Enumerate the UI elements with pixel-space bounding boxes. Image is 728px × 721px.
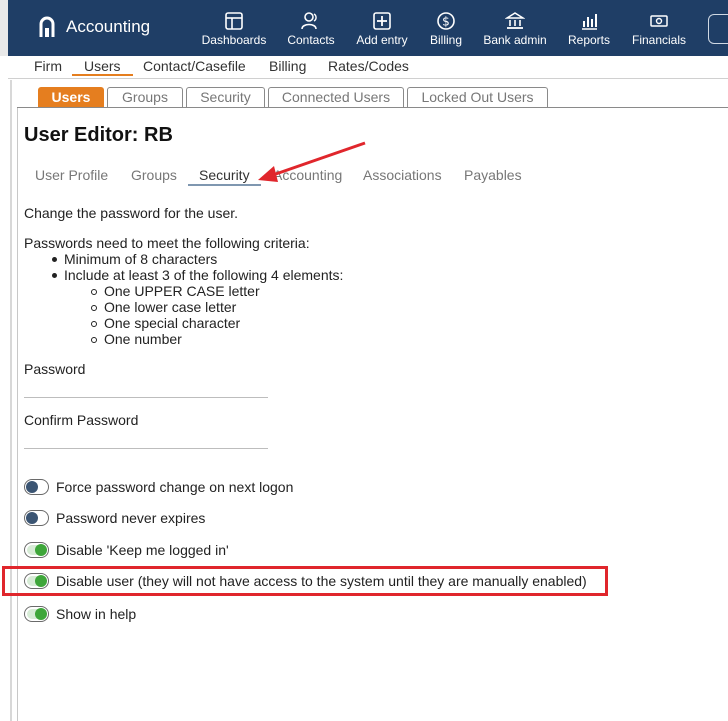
nav-financials[interactable]: Financials (628, 8, 690, 52)
tab-groups[interactable]: Groups (107, 87, 183, 107)
tab-users[interactable]: Users (38, 87, 104, 107)
toggle-knob (26, 481, 38, 493)
show-in-help-toggle[interactable] (24, 606, 49, 622)
annotation-arrow (258, 141, 366, 182)
nav-label: Bank admin (483, 33, 547, 47)
criteria-item: Include at least 3 of the following 4 el… (64, 267, 344, 283)
admin-subnav: Firm Users Contact/Casefile Billing Rate… (8, 56, 728, 79)
sub-bullet (91, 321, 97, 327)
subtab-user-profile[interactable]: User Profile (35, 167, 108, 183)
nav-bank-admin[interactable]: Bank admin (480, 8, 550, 52)
left-strip (0, 0, 8, 56)
svg-text:$: $ (442, 15, 450, 29)
nav-add-entry[interactable]: Add entry (352, 8, 412, 52)
nav-contacts[interactable]: Contacts (284, 8, 338, 52)
overflow-button[interactable] (708, 14, 728, 44)
nav-label: Financials (631, 33, 687, 47)
subnav-rates-codes[interactable]: Rates/Codes (328, 58, 409, 74)
panel-border (17, 108, 18, 721)
subtab-associations[interactable]: Associations (363, 167, 442, 183)
password-never-expires-toggle[interactable] (24, 510, 49, 526)
tab-connected-users[interactable]: Connected Users (268, 87, 404, 107)
force-password-change-label: Force password change on next logon (56, 479, 294, 495)
bank-icon (505, 12, 525, 29)
force-password-change-toggle[interactable] (24, 479, 49, 495)
brand[interactable]: Accounting (38, 16, 150, 38)
nav-label: Dashboards (201, 33, 267, 47)
disable-keep-logged-in-toggle[interactable] (24, 542, 49, 558)
subnav-billing[interactable]: Billing (269, 58, 306, 74)
subtab-payables[interactable]: Payables (464, 167, 522, 183)
subtab-groups[interactable]: Groups (131, 167, 177, 183)
nav-dashboards[interactable]: Dashboards (200, 8, 268, 52)
app-logo-icon (39, 16, 55, 37)
nav-label: Add entry (356, 33, 408, 47)
plus-box-icon (373, 12, 391, 30)
nav-billing[interactable]: $ Billing (426, 8, 466, 52)
bullet (52, 273, 57, 278)
nav-label: Contacts (287, 33, 335, 47)
subnav-firm[interactable]: Firm (34, 58, 62, 74)
top-navbar: Accounting Dashboards Contacts Add entry… (0, 0, 728, 56)
sub-bullet (91, 289, 97, 295)
criteria-heading: Passwords need to meet the following cri… (24, 235, 310, 251)
left-divider (10, 80, 12, 721)
toggle-knob (35, 608, 47, 620)
element-item: One special character (104, 315, 241, 331)
nav-reports[interactable]: Reports (564, 8, 614, 52)
nav-label: Reports (567, 33, 611, 47)
app-name: Accounting (66, 17, 151, 36)
toggle-knob (26, 512, 38, 524)
element-item: One number (104, 331, 182, 347)
dashboard-icon (225, 12, 243, 30)
dollar-icon: $ (437, 12, 455, 30)
criteria-item: Minimum of 8 characters (64, 251, 218, 267)
confirm-password-field[interactable] (24, 429, 268, 447)
nav-label: Billing (429, 33, 462, 47)
subnav-users[interactable]: Users (72, 58, 133, 76)
element-item: One UPPER CASE letter (104, 283, 260, 299)
confirm-password-label: Confirm Password (24, 412, 139, 428)
sub-bullet (91, 305, 97, 311)
password-underline (24, 397, 268, 398)
password-never-expires-label: Password never expires (56, 510, 206, 526)
bar-chart-icon (582, 14, 597, 30)
disable-keep-logged-in-label: Disable 'Keep me logged in' (56, 542, 229, 558)
toggle-knob (35, 575, 47, 587)
subnav-contact-casefile[interactable]: Contact/Casefile (143, 58, 246, 74)
money-icon (650, 15, 668, 27)
element-item: One lower case letter (104, 299, 237, 315)
security-intro: Change the password for the user. (24, 205, 239, 221)
sub-bullet (91, 337, 97, 343)
contacts-icon (301, 12, 317, 30)
disable-user-toggle[interactable] (24, 573, 49, 589)
confirm-password-underline (24, 448, 268, 449)
tab-security[interactable]: Security (186, 87, 265, 107)
page-title: User Editor: RB (24, 124, 173, 146)
bullet (52, 257, 57, 262)
show-in-help-label: Show in help (56, 606, 137, 622)
tab-baseline (17, 107, 728, 108)
toggle-knob (35, 544, 47, 556)
password-field[interactable] (24, 378, 268, 396)
tab-locked-out-users[interactable]: Locked Out Users (407, 87, 548, 107)
disable-user-label: Disable user (they will not have access … (56, 573, 587, 589)
password-label: Password (24, 361, 86, 377)
